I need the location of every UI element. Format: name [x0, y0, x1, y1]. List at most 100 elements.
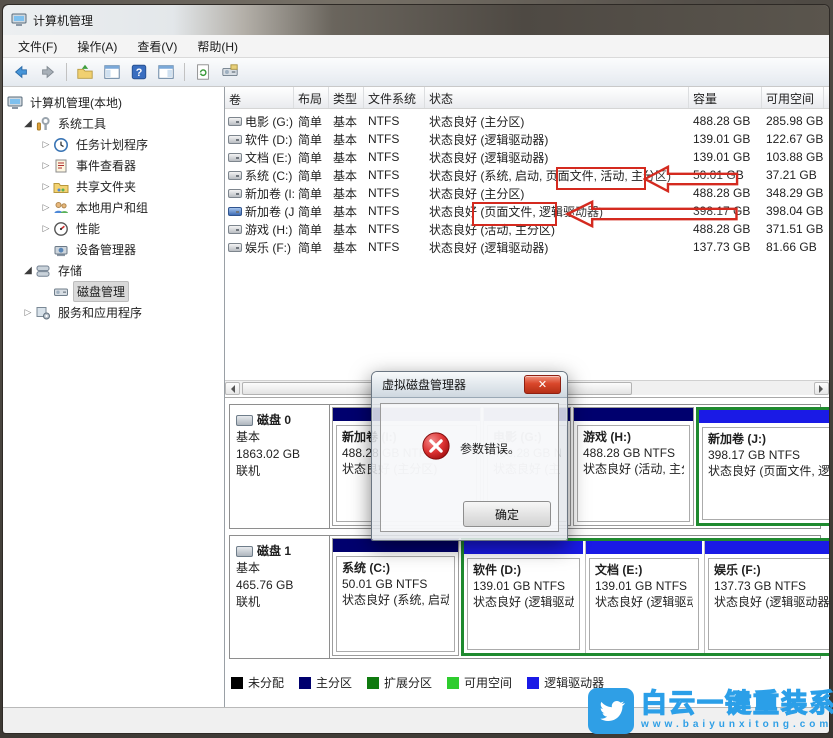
collapsed-triangle-icon[interactable]: ▷: [39, 181, 53, 192]
svg-text:?: ?: [136, 67, 143, 79]
collapsed-triangle-icon[interactable]: ▷: [39, 202, 53, 213]
tree-item-performance[interactable]: ▷ 性能: [3, 218, 224, 239]
table-row-e[interactable]: 文档 (E:) 简单 基本 NTFS 状态良好 (逻辑驱动器) 139.01 G…: [225, 148, 829, 166]
legend-label: 主分区: [316, 674, 352, 691]
volume-icon: [228, 171, 242, 180]
volume-name: 软件 (D:): [245, 131, 292, 148]
partition-e[interactable]: 文档 (E:)139.01 GB NTFS状态良好 (逻辑驱动器): [585, 541, 702, 653]
partition-j[interactable]: 新加卷 (J:)398.17 GB NTFS状态良好 (页面文件, 逻辑驱动器): [699, 410, 829, 523]
column-header-type[interactable]: 类型: [329, 87, 364, 108]
logical-drive-strip: [586, 541, 702, 554]
table-row-j[interactable]: 新加卷 (J:) 简单 基本 NTFS 状态良好 (页面文件, 逻辑驱动器) 3…: [225, 202, 829, 220]
volume-layout: 简单: [294, 203, 329, 220]
partition-size: 488.28 GB NTFS: [583, 445, 684, 461]
table-row-c[interactable]: 系统 (C:) 简单 基本 NTFS 状态良好 (系统, 启动, 页面文件, 活…: [225, 166, 829, 184]
partition-c[interactable]: 系统 (C:)50.01 GB NTFS状态良好 (系统, 启动, 页面文件, …: [332, 538, 459, 656]
table-row-d[interactable]: 软件 (D:) 简单 基本 NTFS 状态良好 (逻辑驱动器) 139.01 G…: [225, 130, 829, 148]
disk-1-header[interactable]: 磁盘 1 基本 465.76 GB 联机: [230, 536, 330, 658]
tree-item-system-tools[interactable]: ◢ 系统工具: [3, 113, 224, 134]
tree-item-local-users-groups[interactable]: ▷ 本地用户和组: [3, 197, 224, 218]
volume-type: 基本: [329, 149, 364, 166]
column-header-layout[interactable]: 布局: [294, 87, 329, 108]
partition-h[interactable]: 游戏 (H:)488.28 GB NTFS状态良好 (活动, 主分区): [573, 407, 694, 526]
window-title: 计算机管理: [33, 12, 93, 29]
volume-status: 状态良好 (逻辑驱动器): [425, 239, 689, 256]
volume-icon: [228, 117, 242, 126]
tree-item-disk-management[interactable]: 磁盘管理: [3, 281, 224, 302]
collapsed-triangle-icon[interactable]: ▷: [39, 139, 53, 150]
table-row-h[interactable]: 游戏 (H:) 简单 基本 NTFS 状态良好 (活动, 主分区) 488.28…: [225, 220, 829, 238]
tree-item-device-manager[interactable]: 设备管理器: [3, 239, 224, 260]
volume-type: 基本: [329, 203, 364, 220]
tree-item-computer-management[interactable]: 计算机管理(本地): [3, 92, 224, 113]
collapsed-triangle-icon[interactable]: ▷: [39, 223, 53, 234]
collapsed-triangle-icon[interactable]: ▷: [39, 160, 53, 171]
partition-status: 状态良好 (逻辑驱动器): [473, 594, 574, 610]
volume-name: 电影 (G:): [245, 113, 293, 130]
tree-item-shared-folders[interactable]: ▷ 共享文件夹: [3, 176, 224, 197]
volume-fs: NTFS: [364, 186, 425, 200]
volume-layout: 简单: [294, 149, 329, 166]
column-header-filesystem[interactable]: 文件系统: [364, 87, 425, 108]
volume-layout: 简单: [294, 167, 329, 184]
table-row-i[interactable]: 新加卷 (I:) 简单 基本 NTFS 状态良好 (主分区) 488.28 GB…: [225, 184, 829, 202]
dialog-titlebar: 虚拟磁盘管理器 ✕: [372, 372, 567, 398]
expanded-triangle-icon[interactable]: ◢: [21, 265, 35, 276]
help-button[interactable]: ?: [127, 61, 151, 83]
tree-item-storage[interactable]: ◢ 存储: [3, 260, 224, 281]
show-console-tree-button[interactable]: [100, 61, 124, 83]
column-header-capacity[interactable]: 容量: [689, 87, 762, 108]
disk-0-header[interactable]: 磁盘 0 基本 1863.02 GB 联机: [230, 405, 330, 528]
refresh-button[interactable]: [191, 61, 215, 83]
menu-view[interactable]: 查看(V): [128, 35, 186, 58]
ok-button[interactable]: 确定: [463, 501, 551, 527]
scroll-right-button[interactable]: [814, 382, 829, 395]
legend-label: 未分配: [248, 674, 284, 691]
menu-action[interactable]: 操作(A): [68, 35, 126, 58]
expanded-triangle-icon[interactable]: ◢: [21, 118, 35, 129]
back-arrow-icon: [12, 63, 30, 81]
volume-name: 娱乐 (F:): [245, 239, 291, 256]
volume-icon-selected: [228, 207, 242, 216]
volume-fs: NTFS: [364, 240, 425, 254]
forward-button[interactable]: [36, 61, 60, 83]
tree-item-label: 共享文件夹: [73, 177, 139, 196]
partition-size: 139.01 GB NTFS: [595, 578, 693, 594]
column-header-status[interactable]: 状态: [425, 87, 689, 108]
menu-file[interactable]: 文件(F): [9, 35, 66, 58]
collapsed-triangle-icon[interactable]: ▷: [21, 307, 35, 318]
table-row-f[interactable]: 娱乐 (F:) 简单 基本 NTFS 状态良好 (逻辑驱动器) 137.73 G…: [225, 238, 829, 256]
volume-capacity: 488.28 GB: [689, 114, 762, 128]
column-header-volume[interactable]: 卷: [225, 87, 294, 108]
column-header-free-space[interactable]: 可用空间: [762, 87, 824, 108]
partition-size: 50.01 GB NTFS: [342, 576, 449, 592]
scroll-left-button[interactable]: [225, 382, 240, 395]
dialog-close-button[interactable]: ✕: [524, 375, 561, 394]
partition-status: 状态良好 (逻辑驱动器): [714, 594, 829, 610]
disk-kind: 基本: [236, 429, 323, 446]
volume-layout: 简单: [294, 131, 329, 148]
partition-d[interactable]: 软件 (D:)139.01 GB NTFS状态良好 (逻辑驱动器): [464, 541, 583, 653]
tree-item-task-scheduler[interactable]: ▷ 任务计划程序: [3, 134, 224, 155]
menu-help[interactable]: 帮助(H): [188, 35, 247, 58]
partition-label: 软件 (D:): [473, 562, 574, 578]
back-button[interactable]: [9, 61, 33, 83]
tree-item-event-viewer[interactable]: ▷ 事件查看器: [3, 155, 224, 176]
tree-item-label: 本地用户和组: [73, 198, 151, 217]
computer-management-window: 计算机管理 文件(F) 操作(A) 查看(V) 帮助(H) ? 计算机管理(本地…: [2, 4, 830, 734]
legend-label: 可用空间: [464, 674, 512, 691]
disk-state: 联机: [236, 594, 323, 611]
toolbar-separator: [184, 63, 185, 81]
tree-item-label: 系统工具: [55, 114, 109, 133]
volume-fs: NTFS: [364, 132, 425, 146]
show-action-pane-button[interactable]: [154, 61, 178, 83]
disk-tool-button[interactable]: [218, 61, 242, 83]
partition-f[interactable]: 娱乐 (F:)137.73 GB NTFS状态良好 (逻辑驱动器): [704, 541, 829, 653]
dialog-title: 虚拟磁盘管理器: [382, 376, 466, 393]
virtual-disk-manager-dialog: 虚拟磁盘管理器 ✕ 参数错误。 确定: [371, 371, 568, 541]
dialog-body: 参数错误。 确定: [372, 398, 567, 540]
table-row-g[interactable]: 电影 (G:) 简单 基本 NTFS 状态良好 (主分区) 488.28 GB …: [225, 112, 829, 130]
volume-name: 新加卷 (J:): [245, 203, 294, 220]
up-folder-button[interactable]: [73, 61, 97, 83]
tree-item-services-applications[interactable]: ▷ 服务和应用程序: [3, 302, 224, 323]
